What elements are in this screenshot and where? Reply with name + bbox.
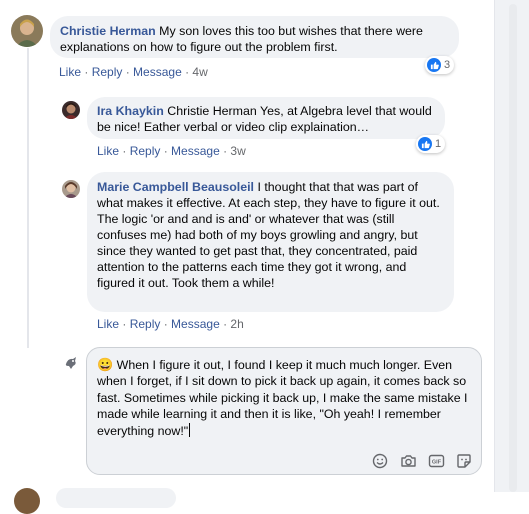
avatar-photo — [11, 15, 43, 47]
comment-actions: Like · Reply · Message · 3w — [97, 144, 246, 158]
avatar-photo — [62, 101, 80, 119]
comment-bubble: Ira Khaykin Christie Herman Yes, at Alge… — [87, 97, 445, 139]
separator: · — [81, 65, 92, 79]
text-cursor — [189, 422, 191, 437]
avatar-photo — [62, 180, 80, 198]
reply-text: When I figure it out, I found I keep it … — [97, 358, 468, 438]
current-user-avatar[interactable] — [62, 354, 80, 372]
separator: · — [181, 65, 193, 79]
like-icon — [418, 137, 432, 151]
like-link[interactable]: Like — [59, 65, 81, 79]
reaction-number: 3 — [444, 59, 451, 71]
reply-input[interactable]: 😀 When I figure it out, I found I keep i… — [97, 357, 469, 439]
gif-icon[interactable]: GIF — [427, 452, 445, 470]
timestamp[interactable]: 2h — [230, 317, 243, 331]
separator: · — [219, 144, 231, 158]
sticker-icon[interactable] — [455, 452, 473, 470]
separator: · — [122, 65, 134, 79]
svg-text:GIF: GIF — [431, 460, 441, 466]
reply-link[interactable]: Reply — [130, 144, 161, 158]
scrollbar-thumb[interactable] — [509, 4, 517, 492]
reply-link[interactable]: Reply — [92, 65, 123, 79]
comment-bubble: Christie Herman My son loves this too bu… — [50, 16, 459, 58]
comment-author[interactable]: Christie Herman — [60, 24, 156, 38]
thread-line — [27, 48, 29, 348]
comment-actions: Like · Reply · Message · 2h — [97, 317, 244, 331]
comment-actions: Like · Reply · Message · 4w — [59, 65, 208, 79]
avatar-photo — [62, 354, 80, 372]
message-link[interactable]: Message — [171, 144, 220, 158]
avatar[interactable] — [62, 180, 80, 198]
timestamp[interactable]: 4w — [192, 65, 207, 79]
reaction-count[interactable]: 1 — [416, 135, 446, 153]
comment-text: I thought that that was part of what mak… — [97, 180, 440, 290]
emoji-glyph: 😀 — [97, 357, 114, 372]
timestamp[interactable]: 3w — [230, 144, 245, 158]
avatar[interactable] — [62, 101, 80, 119]
reply-link[interactable]: Reply — [130, 317, 161, 331]
separator: · — [160, 317, 172, 331]
like-link[interactable]: Like — [97, 144, 119, 158]
comment-author[interactable]: Ira Khaykin — [97, 104, 164, 118]
emoji-icon[interactable] — [371, 452, 389, 470]
comment-author[interactable]: Marie Campbell Beausoleil — [97, 180, 254, 194]
comment-bubble: Marie Campbell Beausoleil I thought that… — [87, 172, 454, 312]
separator: · — [219, 317, 231, 331]
separator: · — [119, 317, 130, 331]
camera-icon[interactable] — [399, 452, 417, 470]
like-link[interactable]: Like — [97, 317, 119, 331]
message-link[interactable]: Message — [133, 65, 182, 79]
separator: · — [119, 144, 130, 158]
message-link[interactable]: Message — [171, 317, 220, 331]
like-icon — [427, 58, 441, 72]
separator: · — [160, 144, 172, 158]
reply-composer[interactable]: 😀 When I figure it out, I found I keep i… — [86, 347, 482, 475]
reaction-number: 1 — [435, 138, 442, 150]
avatar[interactable] — [11, 15, 43, 47]
comment-bubble — [56, 488, 176, 508]
reaction-count[interactable]: 3 — [425, 56, 455, 74]
